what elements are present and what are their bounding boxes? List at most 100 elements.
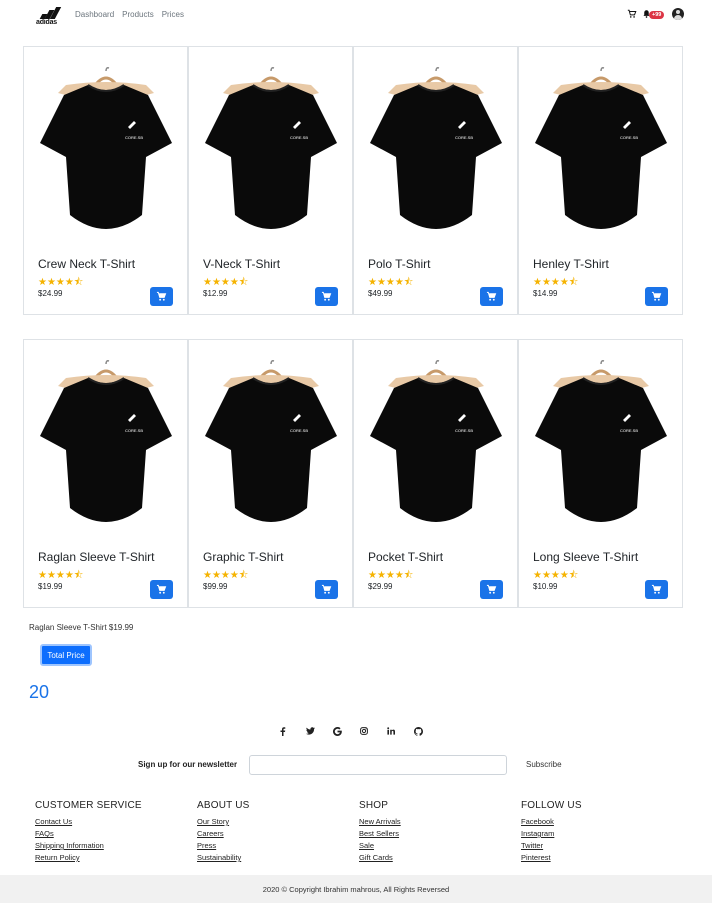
- facebook-icon[interactable]: [278, 726, 288, 736]
- footer-link[interactable]: Pinterest: [521, 852, 671, 864]
- product-card[interactable]: Graphic T-Shirt ★★★★⯪ $99.99: [188, 339, 353, 608]
- instagram-icon[interactable]: [359, 726, 369, 736]
- notification-badge: +99: [649, 11, 665, 19]
- instagram-icon-svg: [360, 727, 368, 735]
- footer-link[interactable]: New Arrivals: [359, 816, 509, 828]
- product-card[interactable]: Henley T-Shirt ★★★★⯪ $14.99: [518, 46, 683, 315]
- cart-icon: [321, 291, 332, 301]
- product-card[interactable]: V-Neck T-Shirt ★★★★⯪ $12.99: [188, 46, 353, 315]
- twitter-icon-svg: [305, 727, 315, 735]
- add-to-cart-button[interactable]: [150, 287, 173, 306]
- footer-link[interactable]: FAQs: [35, 828, 185, 840]
- cart-icon: [486, 584, 497, 594]
- add-to-cart-button[interactable]: [315, 580, 338, 599]
- product-card[interactable]: Long Sleeve T-Shirt ★★★★⯪ $10.99: [518, 339, 683, 608]
- avatar-head: [676, 10, 680, 14]
- cart-icon: [156, 584, 167, 594]
- github-icon[interactable]: [413, 726, 423, 736]
- cart-icon: [651, 291, 662, 301]
- product-title: Crew Neck T-Shirt: [38, 257, 136, 271]
- product-title: Polo T-Shirt: [368, 257, 431, 271]
- navbar: adidas Dashboard Products Prices +99: [0, 0, 712, 32]
- footer-column-follow-us: FOLLOW US Facebook Instagram Twitter Pin…: [521, 800, 671, 864]
- product-card[interactable]: Polo T-Shirt ★★★★⯪ $49.99: [353, 46, 518, 315]
- total-price-value: 20: [29, 682, 50, 702]
- brand-name: adidas: [36, 19, 57, 26]
- linkedin-icon-svg: [387, 727, 395, 735]
- footer-column-title: SHOP: [359, 800, 389, 811]
- copyright-text: 2020 © Copyright Ibrahim mahrous, All Ri…: [262, 884, 450, 894]
- product-price: $14.99: [533, 289, 558, 298]
- nav-link-dashboard[interactable]: Dashboard: [75, 10, 114, 19]
- subscribe-button[interactable]: Subscribe: [526, 760, 562, 769]
- footer-link[interactable]: Instagram: [521, 828, 671, 840]
- add-to-cart-button[interactable]: [315, 287, 338, 306]
- twitter-icon[interactable]: [305, 726, 315, 736]
- adidas-logo[interactable]: adidas: [36, 7, 62, 26]
- social-icons: [278, 726, 423, 736]
- product-title: Pocket T-Shirt: [368, 550, 444, 564]
- product-title: Henley T-Shirt: [533, 257, 609, 271]
- product-title: V-Neck T-Shirt: [203, 257, 281, 271]
- footer-link[interactable]: Sustainability: [197, 852, 347, 864]
- add-to-cart-button[interactable]: [150, 580, 173, 599]
- product-card[interactable]: Raglan Sleeve T-Shirt ★★★★⯪ $19.99: [23, 339, 188, 608]
- total-price-button[interactable]: Total Price: [40, 644, 92, 666]
- tshirt-image: [203, 66, 339, 231]
- product-price: $10.99: [533, 582, 558, 591]
- cart-icon[interactable]: [627, 9, 637, 19]
- footer-link[interactable]: Gift Cards: [359, 852, 509, 864]
- footer-link[interactable]: Sale: [359, 840, 509, 852]
- footer-link[interactable]: Contact Us: [35, 816, 185, 828]
- product-price: $24.99: [38, 289, 63, 298]
- footer-link[interactable]: Shipping Information: [35, 840, 185, 852]
- tshirt-image: [368, 359, 504, 524]
- footer-column-customer-service: CUSTOMER SERVICE Contact Us FAQs Shippin…: [35, 800, 185, 864]
- footer-link[interactable]: Facebook: [521, 816, 671, 828]
- nav-link-products[interactable]: Products: [122, 10, 154, 19]
- product-price: $99.99: [203, 582, 228, 591]
- selected-item-summary: Raglan Sleeve T-Shirt $19.99: [29, 623, 134, 632]
- tshirt-image: [203, 359, 339, 524]
- newsletter-email-input[interactable]: [249, 755, 507, 775]
- footer-column-title: ABOUT US: [197, 800, 250, 811]
- user-avatar[interactable]: [672, 8, 684, 20]
- footer-link[interactable]: Twitter: [521, 840, 671, 852]
- footer-link[interactable]: Careers: [197, 828, 347, 840]
- product-row: Crew Neck T-Shirt ★★★★⯪ $24.99 V-Neck T-…: [23, 46, 683, 315]
- footer-column-title: FOLLOW US: [521, 800, 582, 811]
- footer-link[interactable]: Best Sellers: [359, 828, 509, 840]
- product-card[interactable]: Crew Neck T-Shirt ★★★★⯪ $24.99: [23, 46, 188, 315]
- footer-link[interactable]: Our Story: [197, 816, 347, 828]
- github-icon-svg: [413, 726, 423, 736]
- logo-stripe: [49, 7, 62, 19]
- product-row: Raglan Sleeve T-Shirt ★★★★⯪ $19.99 Graph…: [23, 339, 683, 608]
- add-to-cart-button[interactable]: [645, 580, 668, 599]
- product-price: $12.99: [203, 289, 228, 298]
- linkedin-icon[interactable]: [386, 726, 396, 736]
- newsletter-label: Sign up for our newsletter: [138, 760, 238, 769]
- facebook-icon-svg: [280, 726, 286, 736]
- footer-column-about-us: ABOUT US Our Story Careers Press Sustain…: [197, 800, 347, 864]
- footer-link[interactable]: Press: [197, 840, 347, 852]
- product-price: $49.99: [368, 289, 393, 298]
- product-price: $29.99: [368, 582, 393, 591]
- nav-links: Dashboard Products Prices: [75, 10, 184, 19]
- footer-link[interactable]: Return Policy: [35, 852, 185, 864]
- google-icon[interactable]: [332, 726, 342, 736]
- footer-column-shop: SHOP New Arrivals Best Sellers Sale Gift…: [359, 800, 509, 864]
- add-to-cart-button[interactable]: [480, 580, 503, 599]
- product-price: $19.99: [38, 582, 63, 591]
- product-title: Raglan Sleeve T-Shirt: [38, 550, 155, 564]
- product-card[interactable]: Pocket T-Shirt ★★★★⯪ $29.99: [353, 339, 518, 608]
- nav-link-prices[interactable]: Prices: [162, 10, 184, 19]
- cart-icon: [651, 584, 662, 594]
- avatar-body: [674, 15, 682, 20]
- tshirt-image: [38, 359, 174, 524]
- add-to-cart-button[interactable]: [480, 287, 503, 306]
- product-title: Long Sleeve T-Shirt: [533, 550, 639, 564]
- tshirt-image: [38, 66, 174, 231]
- add-to-cart-button[interactable]: [645, 287, 668, 306]
- tshirt-image: [368, 66, 504, 231]
- tshirt-image: [533, 359, 669, 524]
